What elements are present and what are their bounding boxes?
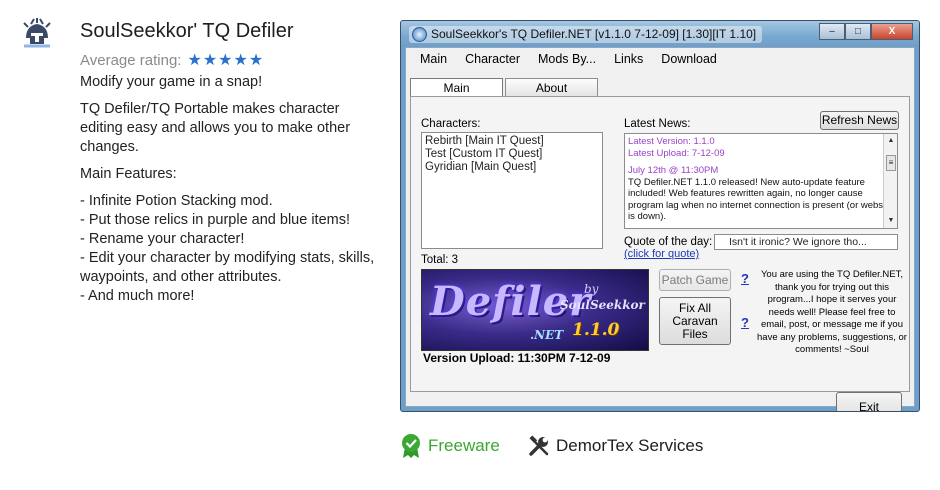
caravan-help-link[interactable]: ?	[741, 315, 749, 330]
rating-label: Average rating:	[80, 51, 182, 69]
window-app-icon	[412, 27, 427, 42]
patch-help-link[interactable]: ?	[741, 271, 749, 286]
menu-mods-by[interactable]: Mods By...	[538, 48, 596, 70]
maximize-button[interactable]: □	[845, 23, 871, 40]
banner-author: SoulSeekkor	[560, 298, 645, 312]
feature-item: - Rename your character!	[80, 231, 245, 247]
license-info: Freeware	[400, 432, 500, 460]
character-item[interactable]: Test [Custom IT Quest]	[425, 148, 599, 161]
page-root: SoulSeekkor' TQ Defiler Average rating: …	[0, 0, 940, 490]
quote-field: Isn't it ironic? We ignore tho...	[714, 234, 898, 250]
menu-main[interactable]: Main	[420, 48, 447, 70]
close-button[interactable]: X	[871, 23, 913, 40]
info-message: You are using the TQ Defiler.NET, thank …	[757, 269, 907, 355]
window-title-text: SoulSeekkor's TQ Defiler.NET [v1.1.0 7-1…	[431, 27, 757, 41]
refresh-news-button[interactable]: Refresh News	[820, 111, 899, 130]
minimize-button[interactable]: –	[819, 23, 845, 40]
character-item[interactable]: Gyridian [Main Quest]	[425, 161, 599, 174]
description-block: Modify your game in a snap! TQ Defiler/T…	[80, 73, 385, 306]
app-screenshot[interactable]: SoulSeekkor's TQ Defiler.NET [v1.1.0 7-1…	[400, 20, 920, 412]
rating-stars: ★★★★★	[187, 52, 265, 69]
tab-strip: Main About	[410, 78, 600, 98]
news-latest-upload: Latest Upload: 7-12-09	[628, 147, 725, 159]
news-latest-version: Latest Version: 1.1.0	[628, 136, 715, 147]
banner-net: .NET	[530, 328, 564, 342]
characters-list[interactable]: Rebirth [Main IT Quest] Test [Custom IT …	[421, 132, 603, 249]
news-body: TQ Defiler.NET 1.1.0 released! New auto-…	[628, 176, 894, 223]
page-title: SoulSeekkor' TQ Defiler	[80, 20, 294, 42]
features-heading: Main Features:	[80, 166, 177, 182]
quote-link[interactable]: (click for quote)	[624, 248, 699, 260]
news-date: July 12th @ 11:30PM	[628, 165, 719, 176]
menu-character[interactable]: Character	[465, 48, 520, 70]
developer-name[interactable]: DemorTex Services	[556, 436, 703, 456]
window-controls: – □ X	[819, 23, 913, 40]
defiler-banner-image: Defiler by SoulSeekkor .NET 1.1.0	[421, 269, 649, 351]
description-text: TQ Defiler/TQ Portable makes character e…	[80, 101, 351, 155]
scroll-down-icon[interactable]: ▼	[885, 215, 897, 227]
window-client: Main Character Mods By... Links Download…	[405, 47, 915, 411]
developer-info: DemorTex Services	[528, 432, 703, 460]
latest-news-label: Latest News:	[624, 118, 691, 130]
quote-label: Quote of the day:	[624, 236, 713, 248]
feature-item: - Put those relics in purple and blue it…	[80, 212, 350, 228]
exit-button[interactable]: Exit	[836, 392, 902, 411]
total-count: Total: 3	[421, 254, 459, 266]
window-title: SoulSeekkor's TQ Defiler.NET [v1.1.0 7-1…	[409, 26, 763, 43]
scroll-thumb[interactable]: ≡	[886, 155, 896, 171]
banner-version: 1.1.0	[572, 320, 620, 340]
tab-about[interactable]: About	[505, 78, 598, 97]
window-titlebar: SoulSeekkor's TQ Defiler.NET [v1.1.0 7-1…	[401, 21, 919, 47]
version-upload: Version Upload: 11:30PM 7-12-09	[423, 351, 611, 365]
feature-item: - Edit your character by modifying stats…	[80, 250, 375, 285]
news-scrollbar[interactable]: ▲ ≡ ▼	[883, 134, 897, 228]
main-tab-panel: Characters: Rebirth [Main IT Quest] Test…	[410, 96, 910, 392]
menu-download[interactable]: Download	[661, 48, 717, 70]
average-rating: Average rating: ★★★★★	[80, 50, 264, 70]
character-item[interactable]: Rebirth [Main IT Quest]	[425, 135, 599, 148]
freeware-badge-icon	[402, 434, 420, 458]
menu-links[interactable]: Links	[614, 48, 643, 70]
tools-icon	[529, 435, 549, 456]
scroll-up-icon[interactable]: ▲	[885, 135, 897, 147]
news-box[interactable]: Latest Version: 1.1.0 Latest Upload: 7-1…	[624, 133, 898, 229]
tagline: Modify your game in a snap!	[80, 74, 263, 90]
patch-game-button[interactable]: Patch Game	[659, 269, 731, 291]
app-helmet-icon	[23, 18, 51, 48]
menu-bar: Main Character Mods By... Links Download	[406, 48, 914, 70]
feature-item: - Infinite Potion Stacking mod.	[80, 193, 273, 209]
banner-by: by	[584, 282, 599, 296]
characters-label: Characters:	[421, 118, 481, 130]
license-label[interactable]: Freeware	[428, 436, 500, 456]
tab-main[interactable]: Main	[410, 78, 503, 98]
fix-caravan-files-button[interactable]: Fix All Caravan Files	[659, 297, 731, 345]
feature-item: - And much more!	[80, 288, 195, 304]
